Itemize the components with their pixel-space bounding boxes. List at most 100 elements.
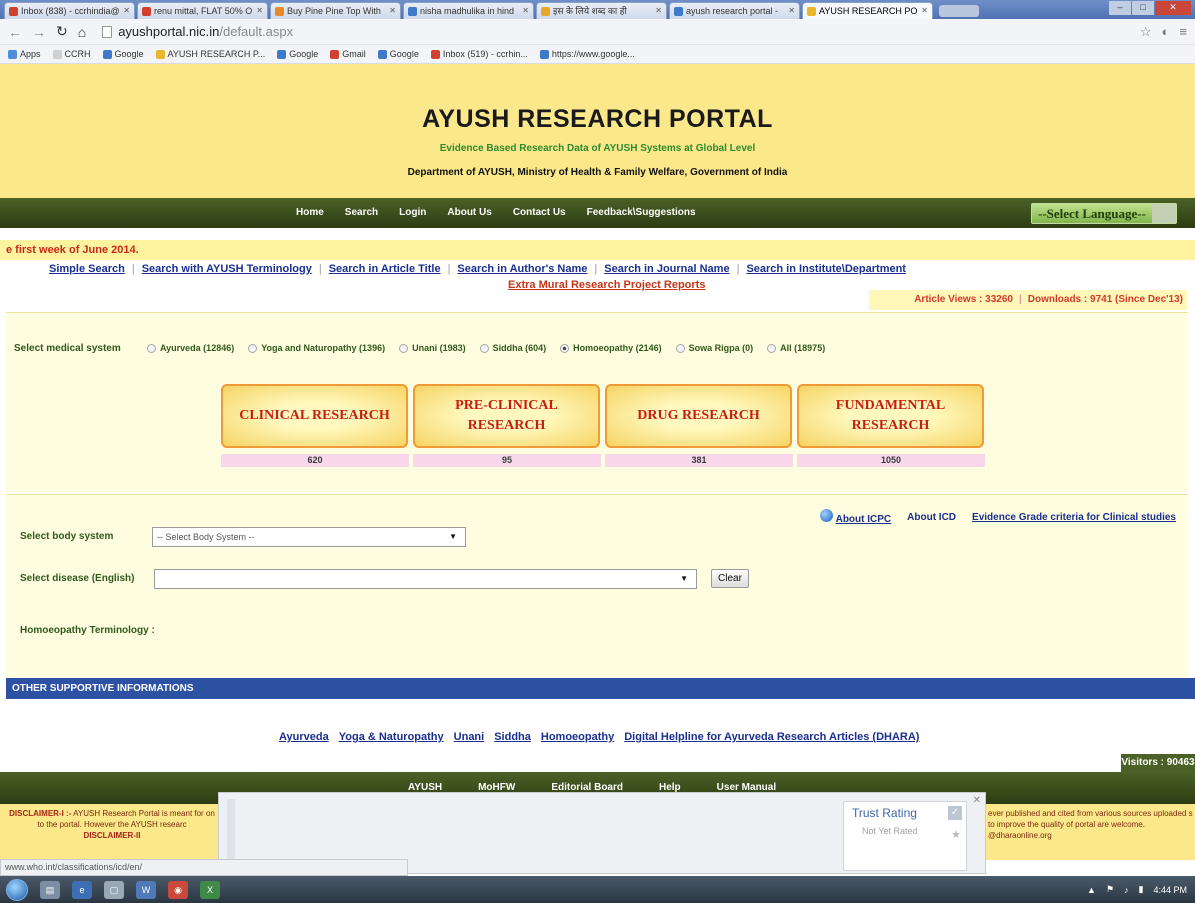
medical-system-radio[interactable]: Siddha (604) <box>479 343 546 353</box>
separator: | <box>736 263 740 275</box>
url-field[interactable]: ayushportal.nic.in/default.aspx <box>102 24 293 39</box>
radio-button[interactable] <box>767 343 777 353</box>
nav-item[interactable]: Search <box>345 207 378 218</box>
clock[interactable]: 4:44 PM <box>1153 885 1187 895</box>
excel-icon[interactable]: X <box>200 880 220 899</box>
browser-tab[interactable]: Inbox (838) - ccrhindia@ ✕ <box>4 2 135 19</box>
menu-icon[interactable]: ≡ <box>1179 24 1187 40</box>
radio-button[interactable] <box>479 343 489 353</box>
forward-icon[interactable]: → <box>32 24 46 40</box>
medical-system-radio[interactable]: Yoga and Naturopathy (1396) <box>248 343 385 353</box>
system-link[interactable]: Digital Helpline for Ayurveda Research A… <box>624 731 919 743</box>
nav-item[interactable]: Login <box>399 207 426 218</box>
system-link[interactable]: Siddha <box>494 731 531 743</box>
nav-item[interactable]: Contact Us <box>513 207 566 218</box>
medical-system-radio[interactable]: All (18975) <box>767 343 825 353</box>
downloads: Downloads : 9741 (Since Dec'13) <box>1027 294 1183 305</box>
word-icon[interactable]: W <box>136 880 156 899</box>
bookmark-item[interactable]: Apps <box>8 49 41 59</box>
tray-arrow-icon[interactable]: ▲ <box>1087 885 1096 895</box>
search-link[interactable]: Search with AYUSH Terminology <box>142 263 312 275</box>
close-tab-icon[interactable]: ✕ <box>788 3 795 19</box>
back-icon[interactable]: ← <box>8 24 22 40</box>
extension-icon[interactable]: ◐ <box>1162 24 1170 40</box>
close-tab-icon[interactable]: ✕ <box>389 3 396 19</box>
disease-select[interactable]: ▼ <box>154 569 697 589</box>
body-system-select[interactable]: -- Select Body System -- ▼ <box>152 527 466 547</box>
about-icd-link[interactable]: About ICD <box>907 512 956 523</box>
chrome-icon[interactable]: ◉ <box>168 880 188 899</box>
medical-system-radio[interactable]: Homoeopathy (2146) <box>560 343 662 353</box>
close-tab-icon[interactable]: ✕ <box>256 3 263 19</box>
close-tab-icon[interactable]: ✕ <box>123 3 130 19</box>
browser-tab[interactable]: nisha madhulika in hind ✕ <box>403 2 534 19</box>
search-link[interactable]: Search in Institute\Department <box>746 263 906 275</box>
extra-mural-link[interactable]: Extra Mural Research Project Reports <box>508 279 705 291</box>
bookmark-item[interactable]: AYUSH RESEARCH P... <box>155 49 265 59</box>
nav-item[interactable]: About Us <box>447 207 491 218</box>
browser-tab[interactable]: Buy Pine Pine Top With ✕ <box>270 2 401 19</box>
bookmark-item[interactable]: Google <box>377 49 419 59</box>
evidence-grade-link[interactable]: Evidence Grade criteria for Clinical stu… <box>972 512 1176 523</box>
browser-tab[interactable]: इस के लिये शब्द का ही ✕ <box>536 2 667 19</box>
search-link[interactable]: Search in Article Title <box>329 263 441 275</box>
bookmark-item[interactable]: https://www.google... <box>539 49 635 59</box>
bookmark-item[interactable]: Gmail <box>330 49 366 59</box>
new-tab-button[interactable] <box>939 5 979 17</box>
tab-favicon-icon <box>142 6 151 16</box>
network-icon[interactable]: ▮ <box>1139 884 1144 895</box>
minimize-button[interactable]: – <box>1109 1 1131 15</box>
folder-icon[interactable]: ▢ <box>104 880 124 899</box>
address-bar: ← → ↻ ⌂ ayushportal.nic.in/default.aspx … <box>0 19 1195 45</box>
browser-tab[interactable]: ayush research portal - ✕ <box>669 2 800 19</box>
bookmark-item[interactable]: CCRH <box>52 49 91 59</box>
close-window-button[interactable]: ✕ <box>1155 1 1191 15</box>
explorer-icon[interactable]: ▤ <box>40 880 60 899</box>
radio-label: Ayurveda (12846) <box>160 343 235 353</box>
category-button[interactable]: DRUG RESEARCH <box>605 384 792 448</box>
flag-icon[interactable]: ⚑ <box>1106 884 1114 895</box>
bookmark-item[interactable]: Google <box>277 49 318 59</box>
maximize-button[interactable]: □ <box>1132 1 1154 15</box>
medical-system-radio[interactable]: Ayurveda (12846) <box>147 343 234 353</box>
medical-system-radio[interactable]: Sowa Rigpa (0) <box>675 343 753 353</box>
radio-button[interactable] <box>399 343 409 353</box>
bookmark-item[interactable]: Inbox (519) - ccrhin... <box>430 49 528 59</box>
language-select[interactable]: --Select Language-- <box>1031 203 1177 224</box>
medical-system-radio[interactable]: Unani (1983) <box>399 343 466 353</box>
category-button[interactable]: FUNDAMENTAL RESEARCH <box>797 384 984 448</box>
browser-tab[interactable]: renu mittal, FLAT 50% O ✕ <box>137 2 268 19</box>
ie-icon[interactable]: e <box>72 880 92 899</box>
reload-icon[interactable]: ↻ <box>56 23 68 40</box>
nav-item[interactable]: Home <box>296 207 324 218</box>
tab-title: ayush research portal - <box>686 6 779 16</box>
search-link[interactable]: Search in Journal Name <box>604 263 729 275</box>
category-button[interactable]: CLINICAL RESEARCH <box>221 384 408 448</box>
radio-button[interactable] <box>675 343 685 353</box>
star-icon[interactable]: ☆ <box>1140 24 1152 40</box>
nav-item[interactable]: Feedback\Suggestions <box>587 207 696 218</box>
clear-button[interactable]: Clear <box>711 569 749 588</box>
bookmark-item[interactable]: Google <box>102 49 144 59</box>
category-button[interactable]: PRE-CLINICAL RESEARCH <box>413 384 600 448</box>
search-link[interactable]: Search in Author's Name <box>457 263 587 275</box>
about-icpc-link[interactable]: About ICPC <box>819 509 891 525</box>
close-icon[interactable]: ✕ <box>973 795 981 806</box>
medical-system-label: Select medical system <box>14 343 121 354</box>
search-link[interactable]: Simple Search <box>49 263 125 275</box>
home-icon[interactable]: ⌂ <box>78 24 86 40</box>
close-tab-icon[interactable]: ✕ <box>522 3 529 19</box>
bookmark-label: Inbox (519) - ccrhin... <box>442 49 528 59</box>
system-link[interactable]: Homoeopathy <box>541 731 614 743</box>
system-link[interactable]: Ayurveda <box>279 731 329 743</box>
volume-icon[interactable]: ♪ <box>1124 885 1129 895</box>
close-tab-icon[interactable]: ✕ <box>655 3 662 19</box>
browser-tab[interactable]: AYUSH RESEARCH POR ✕ <box>802 2 933 19</box>
close-tab-icon[interactable]: ✕ <box>921 3 928 19</box>
system-link[interactable]: Unani <box>454 731 485 743</box>
radio-button[interactable] <box>147 343 156 353</box>
system-link[interactable]: Yoga & Naturopathy <box>339 731 444 743</box>
radio-button[interactable] <box>560 343 570 353</box>
windows-start-icon[interactable] <box>6 878 28 901</box>
radio-button[interactable] <box>248 343 258 353</box>
